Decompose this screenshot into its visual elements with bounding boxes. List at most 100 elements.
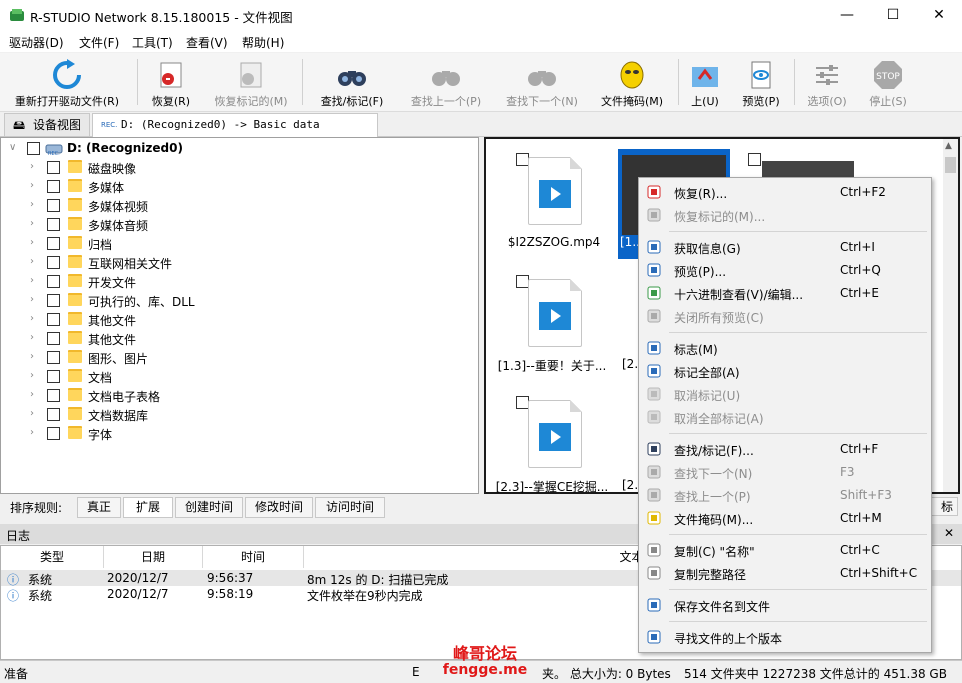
tree-checkbox[interactable]: [47, 389, 60, 402]
scroll-up-icon[interactable]: ▲: [945, 141, 952, 151]
file-checkbox[interactable]: [748, 153, 761, 166]
find-mark-button[interactable]: 查找/标记(F): [308, 53, 396, 111]
log-close-icon[interactable]: ✕: [944, 526, 954, 540]
menu-drive[interactable]: 驱动器(D): [9, 34, 64, 51]
tree-checkbox[interactable]: [27, 142, 40, 155]
tree-item[interactable]: › 文档电子表格: [1, 386, 471, 405]
scroll-thumb[interactable]: [945, 157, 956, 173]
context-menu-item[interactable]: 查找下一个(N) F3: [639, 461, 931, 483]
context-menu-item[interactable]: 十六进制查看(V)/编辑... Ctrl+E: [639, 282, 931, 304]
tree-checkbox[interactable]: [47, 275, 60, 288]
tree-item[interactable]: › 图形、图片: [1, 348, 471, 367]
tree-root[interactable]: ∨ REC. D: (Recognized0): [1, 139, 471, 158]
chevron-right-icon[interactable]: ›: [30, 427, 34, 438]
tree-checkbox[interactable]: [47, 237, 60, 250]
tree-item[interactable]: › 文档数据库: [1, 405, 471, 424]
options-button[interactable]: 选项(O): [800, 53, 854, 111]
context-menu-item[interactable]: 恢复标记的(M)...: [639, 204, 931, 226]
context-menu-item[interactable]: 取消全部标记(A): [639, 406, 931, 428]
tab-device-view[interactable]: 🖴 设备视图: [4, 113, 90, 136]
context-menu-item[interactable]: 关闭所有预览(C): [639, 305, 931, 327]
context-menu-item[interactable]: 复制完整路径 Ctrl+Shift+C: [639, 562, 931, 584]
context-menu-item[interactable]: 预览(P)... Ctrl+Q: [639, 259, 931, 281]
log-col-date[interactable]: 日期: [104, 546, 203, 568]
sort-by-extension-button[interactable]: 扩展: [123, 497, 173, 518]
file-mask-button[interactable]: 文件掩码(M): [594, 53, 670, 111]
tree-item[interactable]: › 多媒体: [1, 177, 471, 196]
context-menu-item[interactable]: 标记全部(A): [639, 360, 931, 382]
tree-checkbox[interactable]: [47, 218, 60, 231]
chevron-right-icon[interactable]: ›: [30, 199, 34, 210]
recover-button[interactable]: 恢复(R): [142, 53, 200, 111]
chevron-right-icon[interactable]: ›: [30, 408, 34, 419]
sort-by-name-button[interactable]: 真正: [77, 497, 121, 518]
tree-checkbox[interactable]: [47, 408, 60, 421]
menu-tools[interactable]: 工具(T): [132, 34, 173, 51]
find-prev-button[interactable]: 查找上一个(P): [400, 53, 492, 111]
maximize-button[interactable]: ☐: [870, 0, 916, 30]
tree-checkbox[interactable]: [47, 427, 60, 440]
tree-item[interactable]: › 归档: [1, 234, 471, 253]
recover-marked-button[interactable]: 恢复标记的(M): [206, 53, 296, 111]
tree-checkbox[interactable]: [47, 256, 60, 269]
file-tile[interactable]: $I2ZSZOG.mp4: [486, 139, 606, 259]
sort-by-created-button[interactable]: 创建时间: [175, 497, 243, 518]
chevron-right-icon[interactable]: ›: [30, 332, 34, 343]
log-col-time[interactable]: 时间: [203, 546, 304, 568]
tree-item[interactable]: › 其他文件: [1, 310, 471, 329]
context-menu-item[interactable]: 查找上一个(P) Shift+F3: [639, 484, 931, 506]
tree-checkbox[interactable]: [47, 370, 60, 383]
context-menu-item[interactable]: 复制(C) "名称" Ctrl+C: [639, 539, 931, 561]
sort-by-accessed-button[interactable]: 访问时间: [315, 497, 385, 518]
minimize-button[interactable]: —: [824, 0, 870, 30]
chevron-right-icon[interactable]: ›: [30, 294, 34, 305]
tree-item[interactable]: › 互联网相关文件: [1, 253, 471, 272]
chevron-right-icon[interactable]: ›: [30, 180, 34, 191]
tree-item[interactable]: › 开发文件: [1, 272, 471, 291]
chevron-right-icon[interactable]: ›: [30, 370, 34, 381]
tree-checkbox[interactable]: [47, 180, 60, 193]
chevron-right-icon[interactable]: ›: [30, 218, 34, 229]
close-button[interactable]: ✕: [916, 0, 962, 30]
menu-help[interactable]: 帮助(H): [242, 34, 284, 51]
chevron-right-icon[interactable]: ›: [30, 351, 34, 362]
tree-checkbox[interactable]: [47, 332, 60, 345]
file-tile[interactable]: [1.3]--重要！关于...: [486, 261, 606, 381]
preview-button[interactable]: 预览(P): [734, 53, 788, 111]
chevron-right-icon[interactable]: ›: [30, 256, 34, 267]
tab-partition[interactable]: REC. D: (Recognized0) -> Basic data part…: [92, 113, 378, 153]
tree-item[interactable]: › 多媒体音频: [1, 215, 471, 234]
tree-item[interactable]: › 可执行的、库、DLL: [1, 291, 471, 310]
file-tile[interactable]: [2.3]--掌握CE挖掘...: [486, 382, 608, 502]
up-button[interactable]: 上(U): [682, 53, 728, 111]
tree-checkbox[interactable]: [47, 161, 60, 174]
context-menu-item[interactable]: 取消标记(U): [639, 383, 931, 405]
tree-checkbox[interactable]: [47, 199, 60, 212]
stop-button[interactable]: STOP 停止(S): [860, 53, 916, 111]
tree-item[interactable]: › 磁盘映像: [1, 158, 471, 177]
reopen-drive-button[interactable]: 重新打开驱动文件(R): [4, 53, 130, 111]
tree-checkbox[interactable]: [47, 351, 60, 364]
sort-by-modified-button[interactable]: 修改时间: [245, 497, 313, 518]
context-menu-item[interactable]: 保存文件名到文件: [639, 594, 931, 616]
context-menu-item[interactable]: 恢复(R)... Ctrl+F2: [639, 181, 931, 203]
chevron-right-icon[interactable]: ›: [30, 389, 34, 400]
context-menu-item[interactable]: 文件掩码(M)... Ctrl+M: [639, 507, 931, 529]
chevron-right-icon[interactable]: ›: [30, 313, 34, 324]
folder-tree[interactable]: ∨ REC. D: (Recognized0) › 磁盘映像 › 多媒体 › 多媒体视频 ›…: [0, 137, 479, 494]
menu-file[interactable]: 文件(F): [79, 34, 119, 51]
vertical-scrollbar[interactable]: ▲: [943, 139, 958, 492]
context-menu-item[interactable]: 标志(M): [639, 337, 931, 359]
chevron-down-icon[interactable]: ∨: [9, 142, 16, 153]
chevron-right-icon[interactable]: ›: [30, 237, 34, 248]
chevron-right-icon[interactable]: ›: [30, 161, 34, 172]
context-menu-item[interactable]: 查找/标记(F)... Ctrl+F: [639, 438, 931, 460]
tree-checkbox[interactable]: [47, 294, 60, 307]
context-menu-item[interactable]: 寻找文件的上个版本: [639, 626, 931, 648]
tree-item[interactable]: › 其他文件: [1, 329, 471, 348]
tree-checkbox[interactable]: [47, 313, 60, 326]
find-next-button[interactable]: 查找下一个(N): [496, 53, 588, 111]
tree-item[interactable]: › 字体: [1, 424, 471, 443]
tree-item[interactable]: › 文档: [1, 367, 471, 386]
chevron-right-icon[interactable]: ›: [30, 275, 34, 286]
